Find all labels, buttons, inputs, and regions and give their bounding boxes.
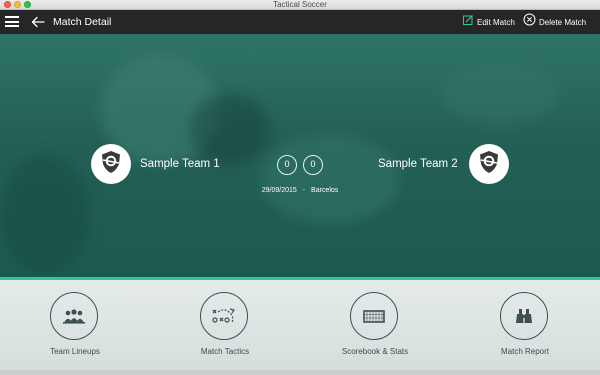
edit-icon xyxy=(462,13,474,31)
match-location: Barcelos xyxy=(311,187,339,194)
team-lineups-icon xyxy=(50,292,98,340)
hamburger-menu-icon[interactable] xyxy=(5,16,19,27)
scorebook-stats-label: Scorebook & Stats xyxy=(341,347,409,356)
match-tactics-button[interactable]: Match Tactics xyxy=(150,280,300,370)
shield-icon xyxy=(98,149,124,180)
match-info: 29/09/2015 - Barcelos xyxy=(0,187,600,194)
page-title: Match Detail xyxy=(53,16,112,28)
back-arrow-icon[interactable] xyxy=(30,14,46,30)
app-header: Match Detail Edit Match Delete Match xyxy=(0,10,600,34)
hero-background-shape xyxy=(190,94,270,164)
binoculars-icon xyxy=(500,292,548,340)
home-score: 0 xyxy=(277,155,297,175)
home-team-badge[interactable] xyxy=(91,144,131,184)
match-actions-bar: Team Lineups Match Tactics Scorebook & S… xyxy=(0,280,600,370)
match-hero-banner xyxy=(0,34,600,277)
scorebook-stats-button[interactable]: Scorebook & Stats xyxy=(300,280,450,370)
window-bottom-edge xyxy=(0,370,600,375)
match-info-separator: - xyxy=(302,187,306,194)
edit-match-label: Edit Match xyxy=(477,17,515,27)
close-circle-icon xyxy=(523,13,536,31)
match-report-button[interactable]: Match Report xyxy=(450,280,600,370)
hero-background-shape xyxy=(0,154,90,274)
window-titlebar: Tactical Soccer xyxy=(0,0,600,10)
team-lineups-button[interactable]: Team Lineups xyxy=(0,280,150,370)
goal-icon xyxy=(350,292,398,340)
match-tactics-icon xyxy=(200,292,248,340)
away-team-name: Sample Team 2 xyxy=(378,158,458,170)
match-date: 29/09/2015 xyxy=(261,187,297,194)
home-team-name: Sample Team 1 xyxy=(140,158,220,170)
match-tactics-label: Match Tactics xyxy=(200,347,250,356)
match-report-label: Match Report xyxy=(500,347,550,356)
hero-background-shape xyxy=(440,64,560,124)
away-team-badge[interactable] xyxy=(469,144,509,184)
shield-icon xyxy=(476,149,502,180)
team-lineups-label: Team Lineups xyxy=(50,347,100,356)
hero-background-shape xyxy=(260,134,400,224)
edit-match-button[interactable]: Edit Match xyxy=(462,15,515,29)
away-score: 0 xyxy=(303,155,323,175)
delete-match-button[interactable]: Delete Match xyxy=(523,13,587,31)
delete-match-label: Delete Match xyxy=(539,17,587,27)
window-title: Tactical Soccer xyxy=(273,0,327,9)
